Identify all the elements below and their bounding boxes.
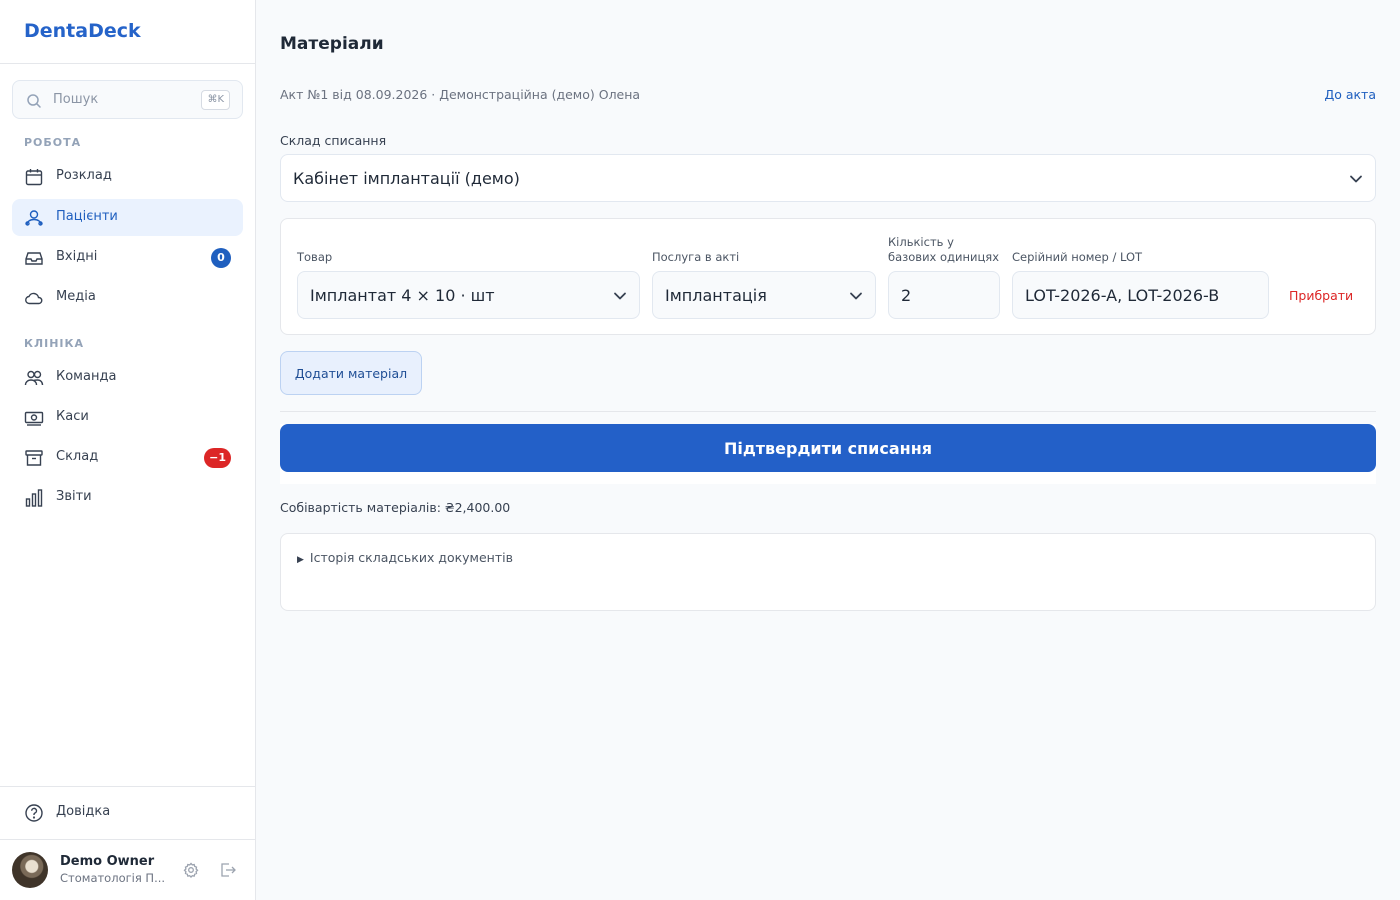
- act-subtitle: Акт №1 від 08.09.2026 · Демонстраційна (…: [280, 87, 641, 102]
- quantity-input[interactable]: 2: [888, 271, 1000, 319]
- logout-icon: [221, 863, 236, 877]
- sidebar-item-label: Звіти: [56, 489, 92, 504]
- expand-triangle-icon: ▶: [297, 555, 304, 565]
- back-to-act-link[interactable]: До акта: [1324, 87, 1376, 102]
- sidebar-item-label: Пацієнти: [56, 209, 118, 224]
- product-value: Імплантат 4 × 10 · шт: [310, 286, 495, 305]
- service-value: Імплантація: [665, 286, 767, 305]
- product-select[interactable]: Імплантат 4 × 10 · шт: [297, 271, 640, 319]
- sidebar-item-label: Склад: [56, 449, 99, 464]
- service-label: Послуга в акті: [652, 250, 740, 264]
- sidebar-item-media[interactable]: Медіа: [12, 279, 243, 316]
- sidebar-item-team[interactable]: Команда: [12, 359, 243, 396]
- confirm-writeoff-button[interactable]: Підтвердити списання: [280, 424, 1376, 472]
- add-material-button[interactable]: Додати матеріал: [280, 351, 422, 395]
- service-select[interactable]: Імплантація: [652, 271, 876, 319]
- user-name: Demo Owner: [60, 854, 155, 869]
- sidebar-item-label: Вхідні: [56, 249, 98, 264]
- quantity-label-line: Кількість у: [888, 235, 954, 249]
- warehouse-label: Склад списання: [280, 133, 387, 148]
- quantity-value: 2: [901, 286, 912, 305]
- help-circle-icon: [25, 804, 43, 822]
- sidebar-item-label: Медіа: [56, 289, 96, 304]
- sidebar-item-reports[interactable]: Звіти: [12, 479, 243, 516]
- chevron-down-icon: [614, 292, 626, 300]
- serial-value: LOT-2026-A, LOT-2026-B: [1025, 286, 1220, 305]
- material-row-card: Товар Імплантат 4 × 10 · шт Послуга в ак…: [280, 218, 1376, 335]
- sidebar-item-label: Довідка: [56, 804, 111, 819]
- product-label: Товар: [297, 250, 333, 264]
- inbox-icon: [25, 252, 43, 265]
- chevron-down-icon: [1350, 175, 1362, 183]
- serial-label: Серійний номер / LOT: [1012, 250, 1143, 264]
- divider: [0, 839, 255, 840]
- sidebar: DentaDeck ⌘K РОБОТА Розклад Пацієнти Вхі…: [0, 0, 256, 900]
- shortcut-hint: ⌘K: [201, 90, 230, 110]
- confirm-bar: Підтвердити списання: [280, 424, 1376, 484]
- settings-button[interactable]: [181, 860, 201, 880]
- section-title-work: РОБОТА: [24, 136, 82, 149]
- main-content: Матеріали Акт №1 від 08.09.2026 · Демонс…: [256, 0, 1400, 900]
- divider: [0, 786, 255, 787]
- inbox-count-badge: 0: [211, 248, 231, 268]
- sidebar-item-label: Каси: [56, 409, 89, 424]
- gear-icon: [183, 862, 199, 879]
- app-logo[interactable]: DentaDeck: [24, 20, 141, 42]
- page-title: Матеріали: [280, 34, 384, 54]
- serial-input[interactable]: LOT-2026-A, LOT-2026-B: [1012, 271, 1269, 319]
- materials-cost: Собівартість матеріалів: ₴2,400.00: [280, 500, 511, 515]
- divider: [280, 411, 1376, 412]
- history-label: Історія складських документів: [309, 550, 513, 565]
- team-icon: [24, 370, 44, 386]
- warehouse-value: Кабінет імплантації (демо): [293, 169, 520, 188]
- sidebar-item-label: Команда: [56, 369, 117, 384]
- sidebar-item-schedule[interactable]: Розклад: [12, 158, 243, 195]
- warehouse-alert-badge: −1: [204, 448, 231, 468]
- avatar[interactable]: [12, 852, 48, 888]
- divider: [0, 63, 255, 64]
- quantity-label: Кількість у базових одиницях: [888, 235, 999, 265]
- section-title-clinic: КЛІНІКА: [24, 337, 85, 350]
- sidebar-item-help[interactable]: Довідка: [12, 794, 243, 831]
- search-icon: [27, 94, 41, 108]
- history-toggle[interactable]: ▶ Історія складських документів: [297, 550, 513, 565]
- calendar-icon: [25, 169, 43, 186]
- search-box[interactable]: ⌘K: [12, 80, 243, 119]
- quantity-label-line: базових одиницях: [888, 250, 1000, 264]
- search-input[interactable]: [53, 81, 203, 118]
- remove-material-button[interactable]: Прибрати: [1289, 288, 1353, 303]
- bar-chart-icon: [25, 489, 43, 507]
- sidebar-item-cash[interactable]: Каси: [12, 399, 243, 436]
- archive-icon: [25, 450, 43, 466]
- cloud-icon: [25, 292, 43, 305]
- warehouse-select[interactable]: Кабінет імплантації (демо): [280, 154, 1376, 202]
- sidebar-item-label: Розклад: [56, 168, 112, 183]
- cash-icon: [24, 411, 44, 426]
- logout-button[interactable]: [218, 860, 238, 880]
- users-icon: [25, 210, 43, 226]
- sidebar-item-warehouse[interactable]: Склад −1: [12, 439, 243, 476]
- sidebar-item-inbox[interactable]: Вхідні 0: [12, 239, 243, 276]
- chevron-down-icon: [850, 292, 862, 300]
- user-clinic: Стоматологія П...: [60, 871, 166, 885]
- sidebar-item-patients[interactable]: Пацієнти: [12, 199, 243, 236]
- history-panel: ▶ Історія складських документів: [280, 533, 1376, 611]
